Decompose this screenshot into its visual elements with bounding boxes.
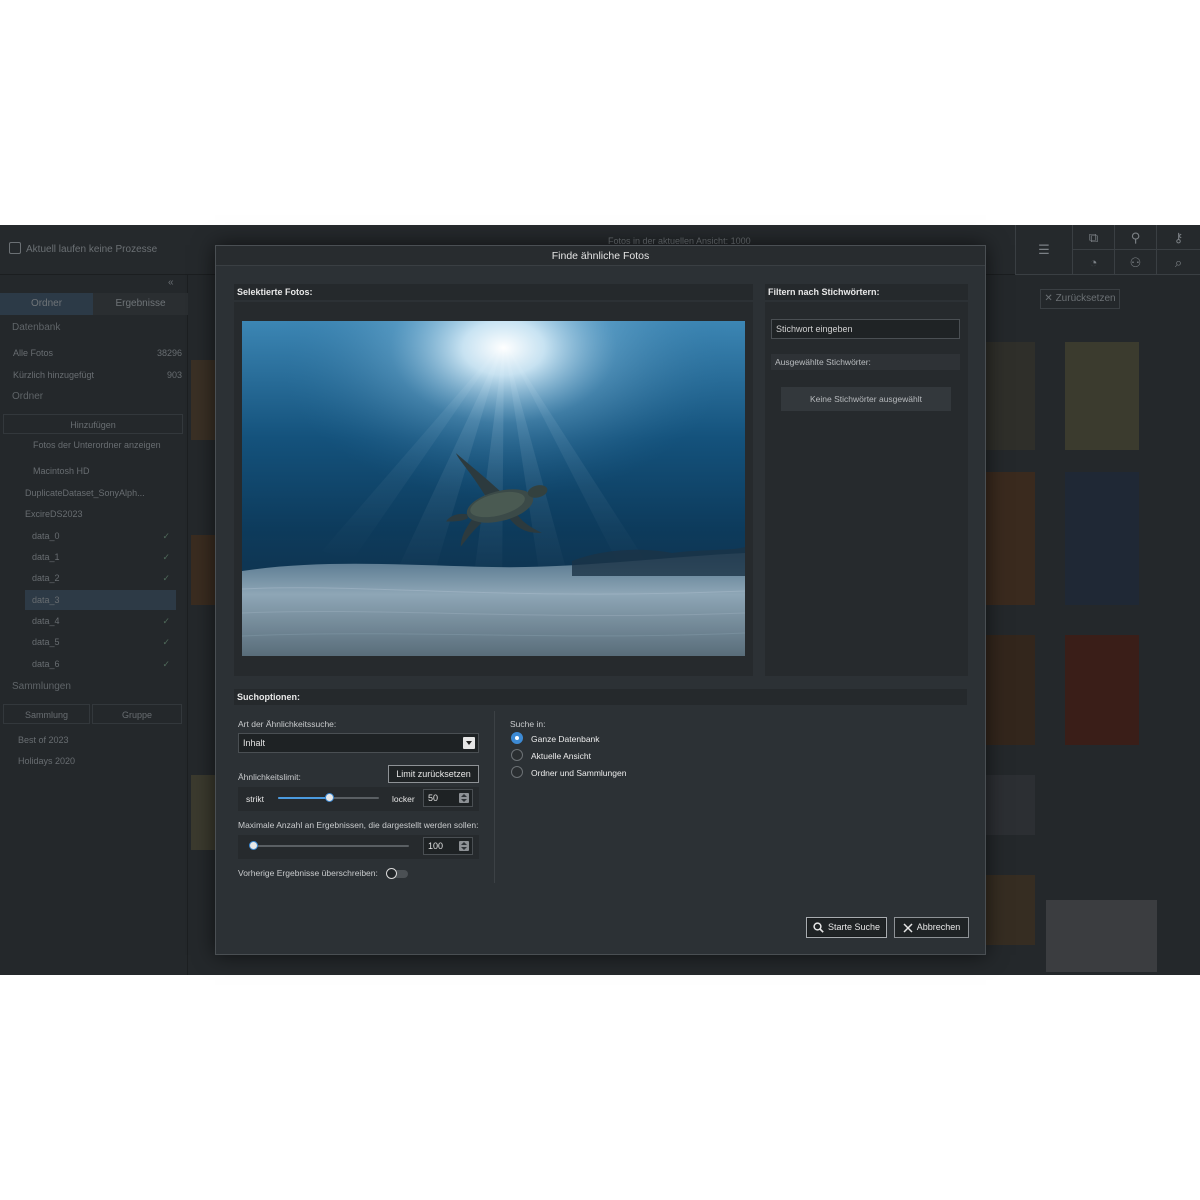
radio-folders-collections[interactable] <box>511 766 523 778</box>
location-icon[interactable]: ⚲ <box>1114 225 1156 250</box>
collections-section-header[interactable]: Sammlungen <box>0 677 188 697</box>
folder-item[interactable]: data_2 ✓ <box>0 568 188 588</box>
photo-thumbnail[interactable] <box>1065 635 1139 745</box>
similarity-type-value: Inhalt <box>243 738 266 748</box>
overwrite-results-toggle[interactable] <box>386 868 408 879</box>
key-icon[interactable]: ⚷ <box>1156 225 1200 250</box>
radio-whole-database[interactable] <box>511 732 523 744</box>
photo-thumbnail[interactable] <box>191 360 215 440</box>
toggle-knob <box>386 868 397 879</box>
photo-thumbnail[interactable] <box>1065 342 1139 450</box>
selected-photos-header: Selektierte Fotos: <box>234 284 753 300</box>
people-icon[interactable]: ⚇ <box>1114 250 1156 275</box>
similarity-limit-value: 50 <box>428 793 439 803</box>
radio-whole-database-label[interactable]: Ganze Datenbank <box>531 734 600 744</box>
dialog-title: Finde ähnliche Fotos <box>216 246 985 266</box>
chevron-down-icon[interactable] <box>463 737 475 749</box>
radio-folders-collections-label[interactable]: Ordner und Sammlungen <box>531 768 626 778</box>
similarity-limit-slider[interactable] <box>278 793 379 802</box>
max-results-value: 100 <box>428 841 444 851</box>
similarity-limit-label: Ähnlichkeitslimit: <box>238 772 301 782</box>
turtle-photo-image <box>242 321 745 656</box>
photo-thumbnail[interactable] <box>985 472 1035 605</box>
selected-keywords-header: Ausgewählte Stichwörter: <box>771 354 960 370</box>
folder-item[interactable]: ExcireDS2023 <box>0 504 188 524</box>
stepper-icon[interactable] <box>459 793 469 803</box>
start-search-label: Starte Suche <box>827 922 881 932</box>
folder-item[interactable]: data_1 ✓ <box>0 547 188 567</box>
loose-label: locker <box>392 794 415 804</box>
radio-current-view[interactable] <box>511 749 523 761</box>
sidebar: « Ordner Ergebnisse Datenbank Alle Fotos… <box>0 275 188 975</box>
start-search-button[interactable]: Starte Suche <box>806 917 887 938</box>
search-options-header: Suchoptionen: <box>234 689 967 705</box>
sidebar-item-all-photos[interactable]: Alle Fotos 38296 <box>0 343 188 363</box>
find-similar-photos-dialog: Finde ähnliche Fotos Selektierte Fotos: <box>215 245 986 955</box>
keyword-filter-panel: Ausgewählte Stichwörter: Keine Stichwört… <box>765 302 968 676</box>
folder-item[interactable]: DuplicateDataset_SonyAlph... <box>0 483 188 503</box>
max-results-handle[interactable] <box>249 841 258 850</box>
cancel-label: Abbrechen <box>916 922 961 932</box>
search-icon <box>813 922 824 933</box>
duplicates-icon[interactable]: ⧉ <box>1072 225 1114 250</box>
photo-thumbnail[interactable] <box>985 775 1035 835</box>
sidebar-item-disk[interactable]: Macintosh HD <box>0 461 188 481</box>
tab-results[interactable]: Ergebnisse <box>93 293 188 315</box>
photo-thumbnail[interactable] <box>985 342 1035 450</box>
similarity-limit-input[interactable]: 50 <box>423 789 473 807</box>
face-icon[interactable]: ◔ <box>1072 250 1114 275</box>
collapse-sidebar-icon[interactable]: « <box>168 277 174 288</box>
reset-limit-button[interactable]: Limit zurücksetzen <box>388 765 479 783</box>
similarity-type-label: Art der Ähnlichkeitssuche: <box>238 719 337 729</box>
similarity-limit-handle[interactable] <box>325 793 334 802</box>
selected-photos-panel <box>234 302 753 676</box>
similarity-type-select[interactable]: Inhalt <box>238 733 479 753</box>
photo-thumbnail[interactable] <box>1065 472 1139 605</box>
options-divider <box>494 711 495 883</box>
no-keywords-message: Keine Stichwörter ausgewählt <box>781 387 951 411</box>
reset-filter-button[interactable]: ✕ Zurücksetzen <box>1040 289 1120 309</box>
strict-label: strikt <box>246 794 264 804</box>
add-folder-button[interactable]: Hinzufügen <box>3 414 183 434</box>
add-group-button[interactable]: Gruppe <box>92 704 182 724</box>
collection-item[interactable]: Best of 2023 <box>0 730 188 750</box>
add-collection-button[interactable]: Sammlung <box>3 704 90 724</box>
process-status-text: Aktuell laufen keine Prozesse <box>26 244 158 255</box>
selected-photo[interactable] <box>242 321 745 656</box>
cancel-button[interactable]: Abbrechen <box>894 917 969 938</box>
stepper-icon[interactable] <box>459 841 469 851</box>
keyword-filter-header: Filtern nach Stichwörtern: <box>765 284 968 300</box>
close-icon <box>903 923 913 933</box>
database-section-header[interactable]: Datenbank <box>0 318 188 338</box>
sidebar-item-recently-added[interactable]: Kürzlich hinzugefügt 903 <box>0 365 188 385</box>
tab-folders[interactable]: Ordner <box>0 293 93 315</box>
folder-item[interactable]: data_6 ✓ <box>0 654 188 674</box>
folders-section-header[interactable]: Ordner <box>0 387 188 407</box>
photo-thumbnail[interactable] <box>1046 900 1157 972</box>
search-in-label: Suche in: <box>510 719 546 729</box>
photo-thumbnail[interactable] <box>191 535 215 605</box>
folder-item[interactable]: data_5 ✓ <box>0 632 188 652</box>
similarity-limit-fill <box>278 797 329 799</box>
folder-item[interactable]: data_4 ✓ <box>0 611 188 631</box>
edit-list-icon[interactable]: ☰ <box>1015 225 1072 275</box>
folder-item[interactable]: data_3 <box>25 590 176 610</box>
process-icon <box>9 242 21 254</box>
overwrite-results-label: Vorherige Ergebnisse überschreiben: <box>238 868 378 878</box>
max-results-label: Maximale Anzahl an Ergebnissen, die darg… <box>238 820 479 830</box>
photo-thumbnail[interactable] <box>191 775 215 850</box>
show-subfolders-toggle[interactable]: Fotos der Unterordner anzeigen <box>0 435 188 455</box>
photo-thumbnail[interactable] <box>985 875 1035 945</box>
folder-item[interactable]: data_0 ✓ <box>0 526 188 546</box>
collection-item[interactable]: Holidays 2020 <box>0 751 188 771</box>
keyword-input[interactable] <box>771 319 960 339</box>
max-results-slider[interactable] <box>249 841 409 850</box>
photo-thumbnail[interactable] <box>985 635 1035 745</box>
max-results-input[interactable]: 100 <box>423 837 473 855</box>
search-icon[interactable]: ⌕ <box>1156 250 1200 275</box>
radio-current-view-label[interactable]: Aktuelle Ansicht <box>531 751 591 761</box>
